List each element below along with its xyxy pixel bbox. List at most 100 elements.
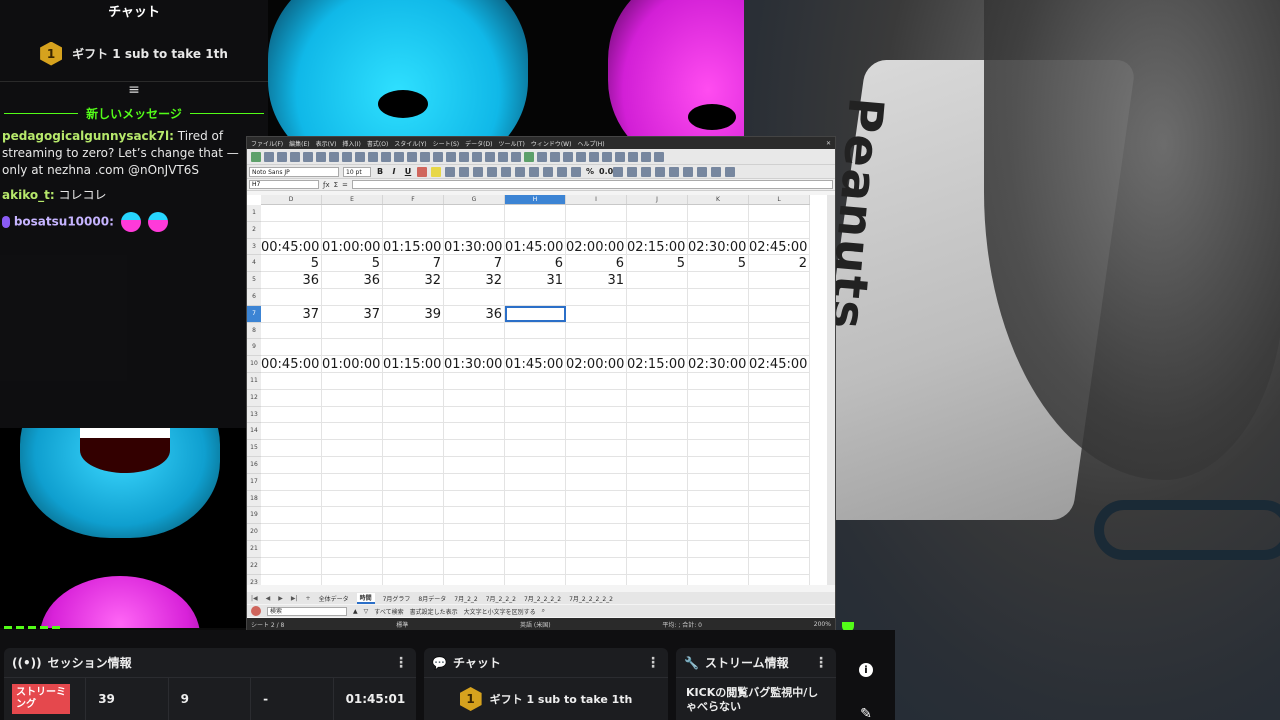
- cell-F20[interactable]: [383, 524, 444, 540]
- cell-I19[interactable]: [566, 507, 627, 524]
- cell-F12[interactable]: [383, 389, 444, 406]
- cell-K1[interactable]: [688, 205, 749, 221]
- menu-item[interactable]: シート(S): [433, 139, 460, 148]
- cell-K14[interactable]: [688, 423, 749, 440]
- cell-D18[interactable]: [261, 490, 322, 507]
- number-format-button[interactable]: 0.0: [599, 167, 613, 176]
- search-icon[interactable]: ⌕: [542, 607, 545, 615]
- column-header[interactable]: D: [261, 195, 322, 204]
- cell-D20[interactable]: [261, 524, 322, 540]
- cell-E11[interactable]: [322, 372, 383, 389]
- cell-G9[interactable]: [444, 339, 505, 356]
- zoom-level[interactable]: 200%: [814, 621, 831, 628]
- cell-F3[interactable]: 01:15:00: [383, 238, 444, 255]
- cell-L7[interactable]: [749, 305, 810, 322]
- cell-K7[interactable]: [688, 305, 749, 322]
- cell-K6[interactable]: [688, 288, 749, 305]
- cell-E22[interactable]: [322, 557, 383, 574]
- cell-D11[interactable]: [261, 372, 322, 389]
- sheet-tab[interactable]: 7月_2_2_2_2: [524, 594, 561, 603]
- column-header[interactable]: H: [505, 195, 566, 204]
- percent-format-button[interactable]: %: [585, 167, 595, 176]
- cell-I11[interactable]: [566, 372, 627, 389]
- justify-icon[interactable]: [487, 166, 497, 177]
- autofilter-icon[interactable]: [511, 151, 521, 162]
- column-icon[interactable]: [459, 151, 469, 162]
- delete-decimal-icon[interactable]: [641, 166, 651, 177]
- column-header[interactable]: K: [688, 195, 749, 204]
- cell-H2[interactable]: [505, 221, 566, 238]
- row-header[interactable]: 8: [247, 323, 261, 340]
- cell-G20[interactable]: [444, 524, 505, 540]
- border-color-icon[interactable]: [711, 166, 721, 177]
- font-color-icon[interactable]: [417, 166, 427, 177]
- cell-K20[interactable]: [688, 524, 749, 540]
- cell-H4[interactable]: 6: [505, 255, 566, 271]
- cell-J6[interactable]: [627, 288, 688, 305]
- menu-item[interactable]: スタイル(Y): [394, 139, 426, 148]
- cell-E8[interactable]: [322, 322, 383, 339]
- copy-icon[interactable]: [342, 151, 352, 162]
- date-format-icon[interactable]: [613, 166, 623, 177]
- close-icon[interactable]: ✕: [826, 140, 831, 147]
- cut-icon[interactable]: [329, 151, 339, 162]
- cell-I15[interactable]: [566, 440, 627, 456]
- cell-D10[interactable]: 00:45:00: [261, 356, 322, 372]
- cell-F4[interactable]: 7: [383, 255, 444, 271]
- row-header[interactable]: 2: [247, 222, 261, 239]
- highlight-icon[interactable]: [431, 166, 441, 177]
- row-header[interactable]: 18: [247, 491, 261, 508]
- cell-I12[interactable]: [566, 389, 627, 406]
- cell-J7[interactable]: [627, 305, 688, 322]
- increase-indent-icon[interactable]: [655, 166, 665, 177]
- cell-E20[interactable]: [322, 524, 383, 540]
- cell-G16[interactable]: [444, 456, 505, 473]
- cell-I22[interactable]: [566, 557, 627, 574]
- cell-H10[interactable]: 01:45:00: [505, 356, 566, 372]
- cell-E21[interactable]: [322, 540, 383, 557]
- cell-I8[interactable]: [566, 322, 627, 339]
- spelling-icon[interactable]: [433, 151, 443, 162]
- cell-F17[interactable]: [383, 473, 444, 490]
- cell-G19[interactable]: [444, 507, 505, 524]
- vertical-scrollbar[interactable]: [827, 195, 835, 585]
- row-header[interactable]: 23: [247, 575, 261, 585]
- cell-H7[interactable]: [505, 305, 566, 322]
- cell-I6[interactable]: [566, 288, 627, 305]
- row-header[interactable]: 16: [247, 457, 261, 474]
- cell-L2[interactable]: [749, 221, 810, 238]
- special-character-icon[interactable]: [563, 151, 573, 162]
- cell-K3[interactable]: 02:30:00: [688, 238, 749, 255]
- row-header[interactable]: 15: [247, 440, 261, 457]
- cell-H8[interactable]: [505, 322, 566, 339]
- cell-H14[interactable]: [505, 423, 566, 440]
- row-header[interactable]: 7: [247, 305, 261, 323]
- add-decimal-icon[interactable]: [627, 166, 637, 177]
- find-previous-icon[interactable]: ▲: [353, 608, 358, 615]
- cell-F18[interactable]: [383, 490, 444, 507]
- cell-I17[interactable]: [566, 473, 627, 490]
- cell-E12[interactable]: [322, 389, 383, 406]
- cell-I1[interactable]: [566, 205, 627, 221]
- cell-L23[interactable]: [749, 574, 810, 585]
- cell-J15[interactable]: [627, 440, 688, 456]
- row-header[interactable]: 12: [247, 390, 261, 407]
- row-header[interactable]: 4: [247, 255, 261, 273]
- cell-G7[interactable]: 36: [444, 305, 505, 322]
- cell-F15[interactable]: [383, 440, 444, 456]
- cell-F9[interactable]: [383, 339, 444, 356]
- clone-format-icon[interactable]: [368, 151, 378, 162]
- cell-D14[interactable]: [261, 423, 322, 440]
- cell-L14[interactable]: [749, 423, 810, 440]
- kebab-menu-icon[interactable]: ⋮: [814, 655, 828, 671]
- cell-E16[interactable]: [322, 456, 383, 473]
- match-case-option[interactable]: 大文字と小文字を区別する: [464, 607, 536, 616]
- paste-icon[interactable]: [355, 151, 365, 162]
- chat-username[interactable]: pedagogicalgunnysack7l:: [2, 129, 174, 143]
- find-replace-icon[interactable]: [420, 151, 430, 162]
- cell-D4[interactable]: 5: [261, 255, 322, 271]
- cell-I13[interactable]: [566, 406, 627, 423]
- cell-E6[interactable]: [322, 288, 383, 305]
- menu-item[interactable]: 書式(O): [367, 139, 388, 148]
- cell-J8[interactable]: [627, 322, 688, 339]
